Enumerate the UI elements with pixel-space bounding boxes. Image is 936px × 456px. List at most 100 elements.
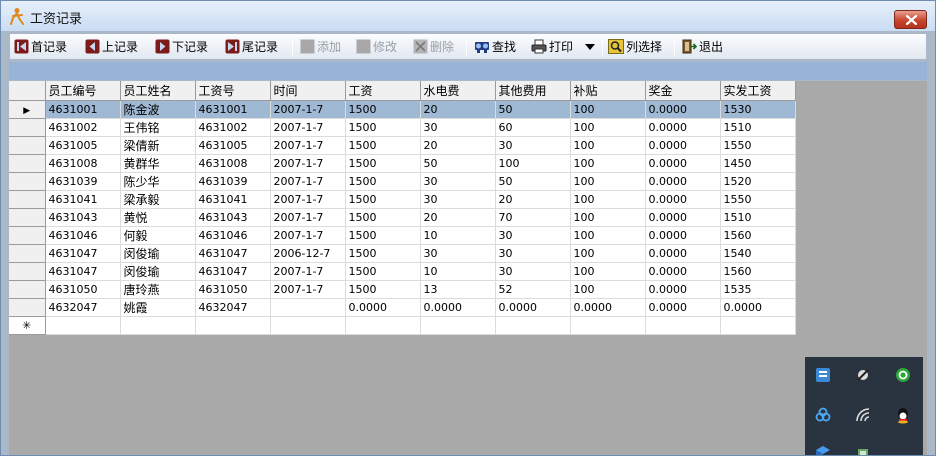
grid-cell[interactable]	[345, 316, 421, 335]
grid-cell[interactable]: 100	[570, 226, 646, 245]
grid-cell[interactable]	[420, 316, 496, 335]
tray-satellite-icon[interactable]	[851, 363, 875, 387]
row-header[interactable]	[9, 190, 46, 209]
grid-cell[interactable]: 100	[570, 190, 646, 209]
grid-cell[interactable]: 20	[420, 100, 496, 119]
grid-cell[interactable]: 1500	[345, 280, 421, 299]
grid-cell[interactable]: 10	[420, 262, 496, 281]
search-button[interactable]: 查找	[474, 34, 516, 59]
column-header[interactable]: 水电费	[420, 81, 496, 101]
grid-cell[interactable]: 1550	[720, 190, 796, 209]
grid-cell[interactable]: 30	[495, 226, 571, 245]
next-record-button[interactable]: 下记录	[155, 34, 208, 59]
new-row[interactable]: ✳	[9, 316, 796, 335]
column-header[interactable]: 工资	[345, 81, 421, 101]
grid-cell[interactable]: 100	[570, 136, 646, 155]
grid-cell[interactable]: 2006-12-7	[270, 244, 346, 263]
column-header[interactable]: 补贴	[570, 81, 646, 101]
grid-cell[interactable]: 2007-1-7	[270, 262, 346, 281]
grid-cell[interactable]: 0.0000	[570, 298, 646, 317]
edit-button[interactable]: 修改	[356, 34, 397, 59]
row-header[interactable]	[9, 226, 46, 245]
tray-refresh-icon[interactable]	[891, 363, 915, 387]
grid-cell[interactable]: 4631002	[195, 118, 271, 137]
row-header[interactable]	[9, 136, 46, 155]
grid-cell[interactable]: 100	[570, 280, 646, 299]
grid-cell[interactable]: 0.0000	[645, 244, 721, 263]
grid-cell[interactable]: 1500	[345, 100, 421, 119]
tray-wifi-icon[interactable]	[851, 403, 875, 427]
row-header[interactable]	[9, 244, 46, 263]
grid-cell[interactable]: 王伟铭	[120, 118, 196, 137]
grid-cell[interactable]: 1535	[720, 280, 796, 299]
table-row[interactable]: 4631002 王伟铭 4631002 2007-1-7 1500 30 60 100 0.00…	[9, 118, 796, 137]
grid-cell[interactable]: 20	[420, 208, 496, 227]
grid-cell[interactable]: 100	[570, 244, 646, 263]
grid-cell[interactable]: 何毅	[120, 226, 196, 245]
grid-cell[interactable]	[120, 316, 196, 335]
grid-cell[interactable]	[270, 298, 346, 317]
row-header[interactable]	[9, 280, 46, 299]
grid-cell[interactable]: 1500	[345, 226, 421, 245]
grid-cell[interactable]: 0.0000	[345, 298, 421, 317]
table-row[interactable]: 4631047 闵俊瑜 4631047 2007-1-7 1500 10 30 100 0.00…	[9, 262, 796, 281]
grid-cell[interactable]: 1550	[720, 136, 796, 155]
row-header[interactable]	[9, 172, 46, 191]
grid-cell[interactable]: 1500	[345, 208, 421, 227]
column-header[interactable]: 实发工资	[720, 81, 796, 101]
grid-cell[interactable]: 4631050	[45, 280, 121, 299]
add-button[interactable]: 添加	[300, 34, 341, 59]
grid-cell[interactable]: 100	[570, 118, 646, 137]
grid-cell[interactable]: 4631047	[45, 244, 121, 263]
grid-cell[interactable]: 姚霞	[120, 298, 196, 317]
grid-cell[interactable]: 梁承毅	[120, 190, 196, 209]
grid-cell[interactable]: 2007-1-7	[270, 118, 346, 137]
grid-cell[interactable]: 0.0000	[420, 298, 496, 317]
grid-cell[interactable]: 0.0000	[645, 154, 721, 173]
last-record-button[interactable]: 尾记录	[225, 34, 278, 59]
prev-record-button[interactable]: 上记录	[85, 34, 138, 59]
grid-cell[interactable]: 4632047	[45, 298, 121, 317]
grid-cell[interactable]: 4631041	[195, 190, 271, 209]
grid-cell[interactable]: 4631047	[45, 262, 121, 281]
grid-cell[interactable]: 2007-1-7	[270, 154, 346, 173]
grid-cell[interactable]: 4631002	[45, 118, 121, 137]
grid-cell[interactable]: 1520	[720, 172, 796, 191]
grid-cell[interactable]: 梁倩新	[120, 136, 196, 155]
grid-cell[interactable]: 30	[420, 118, 496, 137]
grid-cell[interactable]: 0.0000	[720, 298, 796, 317]
grid-cell[interactable]: 唐玲燕	[120, 280, 196, 299]
column-header[interactable]: 其他费用	[495, 81, 571, 101]
grid-cell[interactable]: 100	[570, 154, 646, 173]
grid-cell[interactable]: 陈少华	[120, 172, 196, 191]
grid-cell[interactable]: 0.0000	[645, 226, 721, 245]
grid-cell[interactable]: 50	[420, 154, 496, 173]
grid-cell[interactable]: 100	[570, 100, 646, 119]
table-row[interactable]: ▶ 4631001 陈金波 4631001 2007-1-7 1500 20 50 100 0.0…	[9, 100, 796, 119]
grid-cell[interactable]: 闵俊瑜	[120, 244, 196, 263]
grid-cell[interactable]: 2007-1-7	[270, 190, 346, 209]
column-header[interactable]: 奖金	[645, 81, 721, 101]
grid-cell[interactable]: 2007-1-7	[270, 208, 346, 227]
grid-cell[interactable]	[195, 316, 271, 335]
table-row[interactable]: 4631005 梁倩新 4631005 2007-1-7 1500 20 30 100 0.00…	[9, 136, 796, 155]
grid-cell[interactable]: 4631039	[45, 172, 121, 191]
grid-cell[interactable]: 4631046	[45, 226, 121, 245]
grid-cell[interactable]: 13	[420, 280, 496, 299]
grid-cell[interactable]: 4631041	[45, 190, 121, 209]
grid-cell[interactable]: 50	[495, 100, 571, 119]
grid-cell[interactable]: 黄群华	[120, 154, 196, 173]
row-header[interactable]	[9, 298, 46, 317]
first-record-button[interactable]: 首记录	[14, 34, 67, 59]
grid-cell[interactable]: 2007-1-7	[270, 100, 346, 119]
grid-cell[interactable]: 0.0000	[645, 100, 721, 119]
grid-cell[interactable]: 20	[495, 190, 571, 209]
grid-cell[interactable]	[570, 316, 646, 335]
grid-cell[interactable]: 0.0000	[645, 280, 721, 299]
grid-cell[interactable]: 4631039	[195, 172, 271, 191]
print-dropdown-button[interactable]	[585, 34, 595, 59]
grid-cell[interactable]	[270, 316, 346, 335]
grid-cell[interactable]: 4631050	[195, 280, 271, 299]
grid-cell[interactable]: 1510	[720, 118, 796, 137]
grid-cell[interactable]: 0.0000	[645, 136, 721, 155]
